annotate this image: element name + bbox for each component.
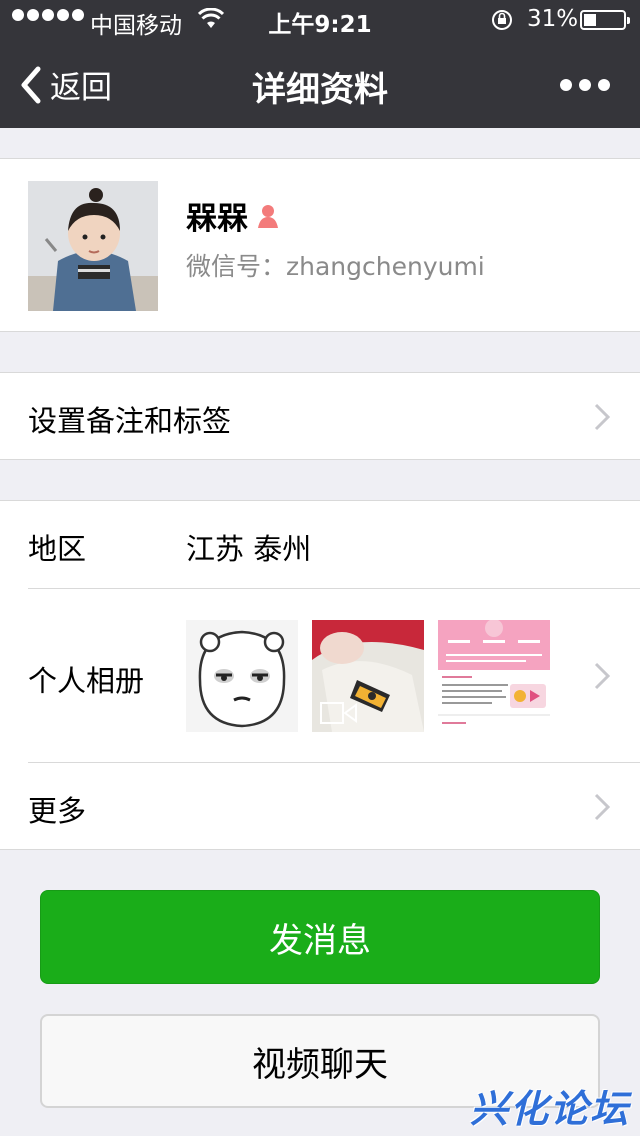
divider xyxy=(28,762,640,763)
chevron-right-icon xyxy=(594,793,610,821)
wechat-id: 微信号：zhangchenyumi xyxy=(186,252,485,281)
album-thumbnail[interactable] xyxy=(312,620,424,732)
nickname-row: 槑槑 xyxy=(186,193,282,238)
female-icon xyxy=(258,204,278,228)
album-thumbnail[interactable] xyxy=(186,620,298,732)
battery-icon xyxy=(580,10,630,30)
remark-and-tags-row[interactable]: 设置备注和标签 xyxy=(0,372,640,460)
watermark-logo: 兴化论坛 xyxy=(470,1087,631,1131)
remark-label: 设置备注和标签 xyxy=(28,404,232,438)
back-button[interactable]: 返回 xyxy=(18,62,112,107)
nickname: 槑槑 xyxy=(186,201,248,237)
chevron-right-icon xyxy=(594,403,610,431)
status-bar: 中国移动 上午9:21 31% xyxy=(0,0,640,40)
info-card: 地区 江苏 泰州 个人相册 更多 xyxy=(0,500,640,850)
back-label: 返回 xyxy=(50,70,112,106)
album-label: 个人相册 xyxy=(28,664,145,698)
send-message-button[interactable]: 发消息 xyxy=(40,890,600,984)
chevron-right-icon xyxy=(594,662,610,690)
region-label: 地区 xyxy=(28,532,87,566)
more-label: 更多 xyxy=(28,794,87,828)
rotation-lock-icon xyxy=(492,10,512,30)
navigation-bar: 返回 详细资料 xyxy=(0,40,640,128)
video-icon xyxy=(320,702,357,724)
divider xyxy=(28,588,640,589)
region-value: 江苏 泰州 xyxy=(186,532,312,566)
chevron-left-icon xyxy=(21,66,41,103)
profile-card: 槑槑 微信号：zhangchenyumi xyxy=(0,158,640,332)
avatar[interactable] xyxy=(28,181,158,311)
battery-percent: 31% xyxy=(527,6,579,32)
more-icon[interactable] xyxy=(560,70,620,100)
album-thumbnail[interactable] xyxy=(438,620,550,732)
top-bar: 中国移动 上午9:21 31% 返回 详细资料 xyxy=(0,0,640,128)
